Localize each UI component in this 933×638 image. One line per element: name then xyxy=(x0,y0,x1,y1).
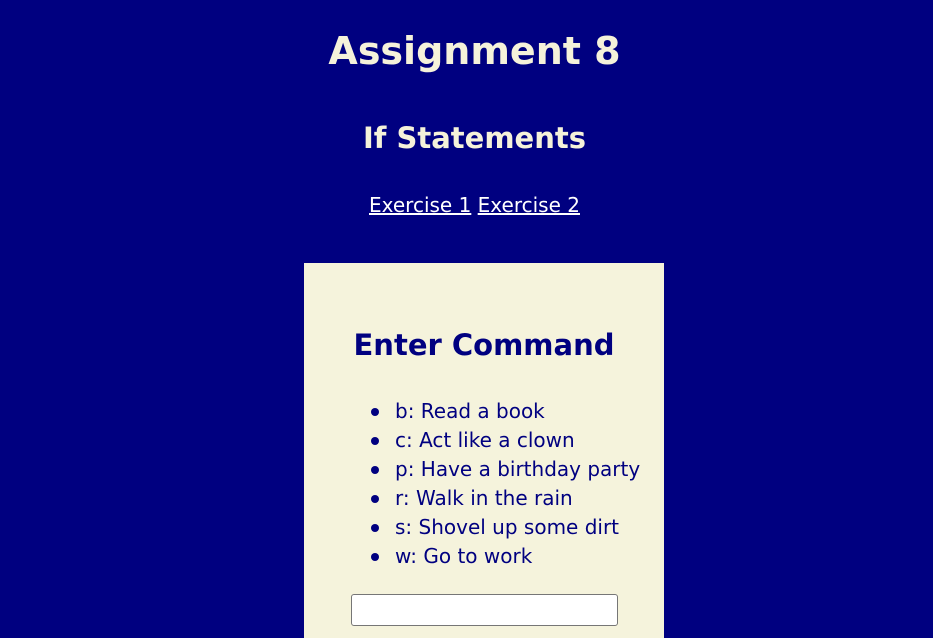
exercise-1-link[interactable]: Exercise 1 xyxy=(369,193,471,217)
exercise-nav: Exercise 1 Exercise 2 xyxy=(0,191,933,219)
page-subtitle: If Statements xyxy=(362,121,586,155)
command-item-c: c: Act like a clown xyxy=(370,426,640,455)
page-title: Assignment 8 xyxy=(328,29,621,73)
command-item-p: p: Have a birthday party xyxy=(370,455,640,484)
command-item-s: s: Shovel up some dirt xyxy=(370,513,640,542)
page: Assignment 8 If Statements Exercise 1 Ex… xyxy=(0,0,933,638)
command-item-r: r: Walk in the rain xyxy=(370,484,640,513)
command-panel-title: Enter Command xyxy=(353,328,615,362)
command-item-w: w: Go to work xyxy=(370,542,640,571)
command-input[interactable] xyxy=(351,594,618,626)
command-item-b: b: Read a book xyxy=(370,397,640,426)
exercise-2-link[interactable]: Exercise 2 xyxy=(478,193,580,217)
command-list: b: Read a book c: Act like a clown p: Ha… xyxy=(370,397,640,571)
